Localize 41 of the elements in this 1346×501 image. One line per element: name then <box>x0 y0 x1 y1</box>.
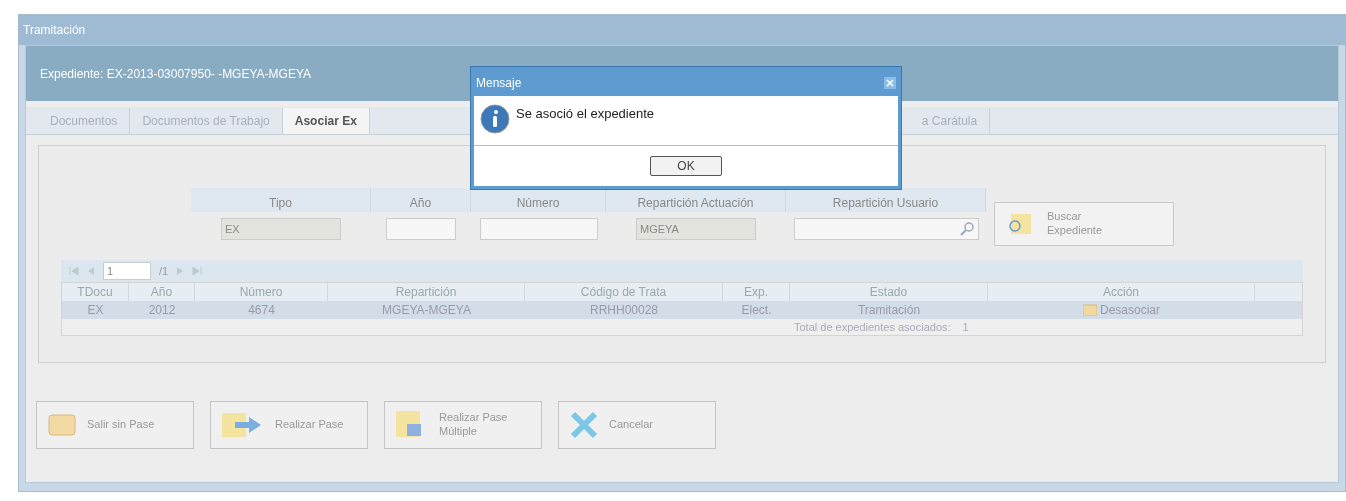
input-field[interactable] <box>386 218 456 240</box>
action-button[interactable]: Salir sin Pase <box>36 401 194 449</box>
table-cell-text: 4674 <box>247 302 276 319</box>
first-page-icon[interactable] <box>69 267 79 275</box>
cross-icon <box>569 410 599 440</box>
close-icon[interactable] <box>884 77 896 89</box>
tab[interactable]: a Carátula <box>909 108 991 134</box>
input-field[interactable] <box>479 218 598 240</box>
folder-icon <box>1083 304 1097 316</box>
last-page-icon[interactable] <box>192 267 203 275</box>
action-button[interactable]: Realizar Pase Múltiple <box>384 401 542 449</box>
search-button[interactable]: Buscar Expediente <box>994 202 1174 246</box>
folder-magnifier-icon <box>1007 212 1033 236</box>
table-cell-text: Elect. <box>740 302 773 319</box>
previous-page-icon[interactable] <box>87 267 95 275</box>
info-icon <box>480 104 510 134</box>
total-value: 1 <box>962 319 969 335</box>
next-page-icon[interactable] <box>176 267 185 275</box>
table-cell-text: RRHH00028 <box>588 302 659 319</box>
dialog-message: Se asoció el expediente <box>516 105 655 123</box>
ok-button[interactable]: OK <box>650 156 722 176</box>
dialog-title: Mensaje <box>476 75 522 92</box>
tab[interactable]: Asociar Ex <box>282 108 370 134</box>
search-icon[interactable] <box>958 221 975 237</box>
window-title: Tramitación <box>23 22 86 39</box>
table-cell-text: 2012 <box>147 302 177 319</box>
action-button[interactable]: Realizar Pase <box>210 401 368 449</box>
tab[interactable]: Documentos de Trabajo <box>130 108 283 134</box>
table-row[interactable]: EX 2012 4674 MGEYA-MGEYA RRHH00028 Elect. Tramitación Desasociar <box>62 301 1302 319</box>
page-count: /1 <box>159 263 169 279</box>
unlink-link[interactable]: Desasociar <box>1083 301 1160 319</box>
panel-title: Expediente: EX-2013-03007950- -MGEYA-MGEYA <box>40 65 312 83</box>
tab[interactable]: Documentos <box>38 108 131 134</box>
table-cell-text: MGEYA-MGEYA <box>381 302 472 319</box>
action-button[interactable]: Cancelar <box>558 401 716 449</box>
table-cell-text: EX <box>86 302 105 319</box>
page-field[interactable]: 1 <box>103 262 151 280</box>
column-header: Tipo <box>191 188 371 212</box>
input-field[interactable] <box>793 218 979 240</box>
total-label: Total de expedientes asociados: <box>794 319 951 335</box>
table-cell-text: Tramitación <box>856 302 922 319</box>
